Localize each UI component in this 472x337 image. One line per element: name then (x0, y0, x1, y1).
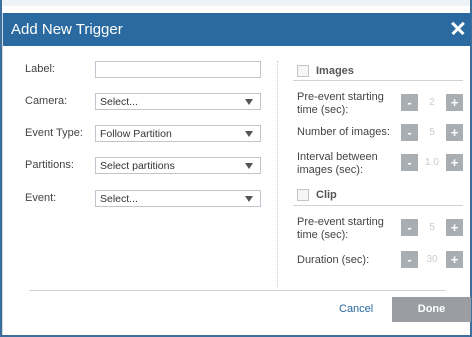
event-select[interactable]: Select... (95, 190, 261, 207)
clip-checkbox[interactable] (297, 189, 309, 201)
images-pre-event-value[interactable]: 2 (419, 94, 445, 111)
chevron-down-icon (245, 99, 253, 105)
label-field-label: Label: (25, 63, 55, 75)
clip-section-title: Clip (316, 189, 337, 201)
images-pre-event-decrement-button[interactable]: - (401, 94, 418, 111)
images-count-value[interactable]: 5 (419, 124, 445, 141)
images-interval-label: Interval between images (sec): (297, 151, 378, 176)
images-count-decrement-button[interactable]: - (401, 124, 418, 141)
clip-separator (293, 205, 463, 206)
clip-pre-event-decrement-button[interactable]: - (401, 219, 418, 236)
clip-duration-label: Duration (sec): (297, 254, 370, 266)
dialog-title: Add New Trigger (11, 21, 123, 38)
images-interval-value[interactable]: 1.0 (419, 154, 445, 171)
event-type-select[interactable]: Follow Partition (95, 125, 261, 142)
event-field-label: Event: (25, 192, 57, 204)
camera-select-value: Select... (100, 96, 138, 108)
clip-duration-increment-button[interactable]: + (446, 251, 463, 268)
images-count-label: Number of images: (297, 126, 390, 138)
event-type-select-value: Follow Partition (100, 128, 172, 140)
close-icon[interactable] (449, 17, 467, 39)
done-button[interactable]: Done (392, 297, 471, 322)
partitions-select-value: Select partitions (100, 160, 175, 172)
images-separator (293, 80, 463, 81)
window-frame-top (0, 0, 472, 6)
images-checkbox[interactable] (297, 65, 309, 77)
images-interval-decrement-button[interactable]: - (401, 154, 418, 171)
chevron-down-icon (245, 196, 253, 202)
event-select-value: Select... (100, 193, 138, 205)
images-pre-event-label: Pre-event starting time (sec): (297, 91, 384, 116)
clip-pre-event-label: Pre-event starting time (sec): (297, 216, 384, 241)
add-trigger-dialog: Add New Trigger Label: Camera: Select...… (2, 13, 471, 335)
camera-select[interactable]: Select... (95, 93, 261, 110)
clip-pre-event-increment-button[interactable]: + (446, 219, 463, 236)
footer-separator (29, 290, 446, 291)
images-section-title: Images (316, 65, 354, 77)
event-type-field-label: Event Type: (25, 127, 83, 139)
camera-field-label: Camera: (25, 95, 68, 107)
chevron-down-icon (245, 131, 253, 137)
clip-pre-event-value[interactable]: 5 (419, 219, 445, 236)
dialog-titlebar: Add New Trigger (3, 13, 471, 46)
images-interval-increment-button[interactable]: + (446, 154, 463, 171)
images-count-increment-button[interactable]: + (446, 124, 463, 141)
partitions-field-label: Partitions: (25, 159, 74, 171)
images-pre-event-increment-button[interactable]: + (446, 94, 463, 111)
clip-duration-value[interactable]: 30 (419, 251, 445, 268)
column-divider (277, 61, 278, 287)
partitions-select[interactable]: Select partitions (95, 157, 261, 174)
cancel-button[interactable]: Cancel (339, 303, 373, 315)
clip-duration-decrement-button[interactable]: - (401, 251, 418, 268)
chevron-down-icon (245, 163, 253, 169)
label-input[interactable] (95, 61, 261, 78)
